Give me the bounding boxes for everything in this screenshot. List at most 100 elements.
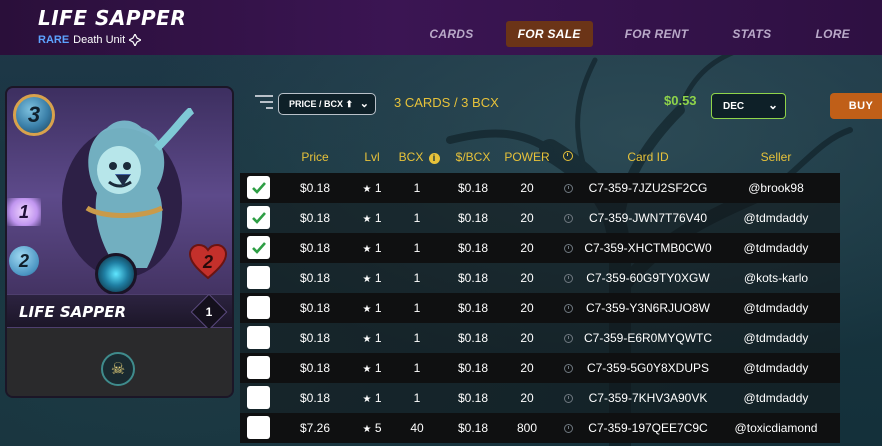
card-subtitle: RARE Death Unit [38, 34, 142, 46]
currency-select-value: DEC [723, 101, 745, 112]
cell-card-id[interactable]: C7-359-7KHV3A90VK [578, 391, 718, 405]
table-row[interactable]: $0.18 ★ 1 1 $0.18 20 C7-359-E6R0MYQWTC @tdmdad… [240, 323, 840, 353]
clock-icon [558, 181, 578, 195]
tab-for-sale[interactable]: FOR SALE [505, 20, 593, 47]
cell-seller[interactable]: @tdmdaddy [718, 391, 834, 405]
cell-bcx: 1 [413, 271, 421, 285]
cell-bcx: 1 [413, 391, 421, 405]
cell-lvl: ★ 1 [352, 361, 392, 375]
row-checkbox[interactable] [247, 266, 270, 289]
col-clock-icon[interactable] [558, 150, 578, 164]
selection-count: 3 CARDS / 3 BCX [394, 95, 499, 110]
cell-card-id[interactable]: C7-359-60G9TY0XGW [578, 271, 718, 285]
star-icon: ★ [362, 214, 372, 225]
chevron-down-icon: ⌄ [359, 98, 369, 110]
row-checkbox[interactable] [247, 296, 270, 319]
filter-icon[interactable] [255, 95, 273, 109]
cell-price: $0.18 [299, 241, 331, 255]
card-name: LIFE SAPPER [19, 303, 127, 321]
sort-select[interactable]: PRICE / BCX ⬆ ⌄ [278, 93, 376, 115]
table-row[interactable]: $7.26 ★ 5 40 $0.18 800 C7-359-197QEE7C9C @toxi… [240, 413, 840, 443]
col-per-bcx[interactable]: $/BCX [448, 150, 498, 164]
col-seller[interactable]: Seller [728, 150, 824, 164]
cell-seller[interactable]: @kots-karlo [718, 271, 834, 285]
cell-power: 20 [520, 211, 534, 225]
cell-card-id[interactable]: C7-359-XHCTMB0CW0 [578, 241, 718, 255]
cell-per-bcx: $0.18 [457, 391, 489, 405]
market-toolbar: PRICE / BCX ⬆ ⌄ 3 CARDS / 3 BCX $0.53 DE… [255, 90, 882, 120]
col-lvl[interactable]: Lvl [352, 150, 392, 164]
clock-icon [558, 241, 578, 255]
top-nav: CARDS FOR SALE FOR RENT STATS LORE [397, 20, 862, 47]
cell-price: $0.18 [299, 271, 331, 285]
cell-card-id[interactable]: C7-359-E6R0MYQWTC [578, 331, 718, 345]
cell-lvl-value: 5 [374, 421, 382, 435]
cell-card-id[interactable]: C7-359-JWN7T76V40 [578, 211, 718, 225]
star-icon: ★ [362, 244, 372, 255]
row-checkbox[interactable] [247, 416, 270, 439]
cell-power: 20 [520, 241, 534, 255]
cell-lvl-value: 1 [374, 241, 382, 255]
cell-price: $0.18 [299, 301, 331, 315]
health-value: 2 [202, 251, 213, 272]
row-checkbox[interactable] [247, 176, 270, 199]
card-image: 3 1 2 2 LIFE SAPPER 1 ☠ [5, 86, 234, 398]
cell-lvl: ★ 1 [352, 211, 392, 225]
cell-per-bcx: $0.18 [457, 181, 489, 195]
cell-price: $0.18 [299, 211, 331, 225]
cell-price: $7.26 [299, 421, 331, 435]
buy-button[interactable]: BUY [830, 93, 882, 119]
tab-cards[interactable]: CARDS [417, 21, 485, 47]
cell-bcx: 1 [413, 181, 421, 195]
star-icon: ★ [362, 364, 372, 375]
cell-power: 20 [520, 361, 534, 375]
tab-stats[interactable]: STATS [720, 21, 783, 47]
cell-seller[interactable]: @tdmdaddy [718, 331, 834, 345]
clock-icon [558, 331, 578, 345]
table-row[interactable]: $0.18 ★ 1 1 $0.18 20 C7-359-60G9TY0XGW @kots-k… [240, 263, 840, 293]
table-row[interactable]: $0.18 ★ 1 1 $0.18 20 C7-359-5G0Y8XDUPS @tdmdad… [240, 353, 840, 383]
cell-seller[interactable]: @tdmdaddy [718, 361, 834, 375]
header-bar: LIFE SAPPER RARE Death Unit CARDS FOR SA… [0, 0, 882, 55]
attack-stat: 1 [7, 198, 41, 226]
bcx-info-icon[interactable]: i [426, 150, 442, 164]
cell-bcx: 1 [413, 211, 421, 225]
row-checkbox[interactable] [247, 386, 270, 409]
cell-lvl: ★ 1 [352, 331, 392, 345]
checkmark-icon [251, 181, 266, 194]
table-row[interactable]: $0.18 ★ 1 1 $0.18 20 C7-359-Y3N6RJUO8W @tdmdad… [240, 293, 840, 323]
col-card-id[interactable]: Card ID [598, 150, 698, 164]
tab-for-rent[interactable]: FOR RENT [613, 21, 701, 47]
currency-select[interactable]: DEC ⌄ [711, 93, 786, 119]
cell-seller[interactable]: @brook98 [718, 181, 834, 195]
checkmark-icon [251, 241, 266, 254]
table-row[interactable]: $0.18 ★ 1 1 $0.18 20 C7-359-XHCTMB0CW0 @tdmdad… [240, 233, 840, 263]
col-price[interactable]: Price [290, 150, 340, 164]
row-checkbox[interactable] [247, 236, 270, 259]
row-checkbox[interactable] [247, 356, 270, 379]
tab-lore[interactable]: LORE [803, 21, 862, 47]
table-row[interactable]: $0.18 ★ 1 1 $0.18 20 C7-359-7KHV3A90VK @tdmdad… [240, 383, 840, 413]
cell-card-id[interactable]: C7-359-Y3N6RJUO8W [578, 301, 718, 315]
cell-per-bcx: $0.18 [457, 271, 489, 285]
star-icon: ★ [362, 394, 372, 405]
cell-lvl: ★ 1 [352, 241, 392, 255]
cell-lvl: ★ 1 [352, 181, 392, 195]
table-row[interactable]: $0.18 ★ 1 1 $0.18 20 C7-359-JWN7T76V40 @tdmdad… [240, 203, 840, 233]
row-checkbox[interactable] [247, 326, 270, 349]
chevron-down-icon: ⌄ [767, 98, 778, 112]
col-bcx[interactable]: BCX [394, 150, 428, 164]
cell-seller[interactable]: @tdmdaddy [718, 211, 834, 225]
cell-seller[interactable]: @tdmdaddy [718, 301, 834, 315]
speed-stat: 2 [9, 246, 39, 276]
cell-card-id[interactable]: C7-359-5G0Y8XDUPS [578, 361, 718, 375]
cell-seller[interactable]: @tdmdaddy [718, 241, 834, 255]
row-checkbox[interactable] [247, 206, 270, 229]
cell-card-id[interactable]: C7-359-197QEE7C9C [578, 421, 718, 435]
health-stat: 2 [188, 244, 228, 280]
col-power[interactable]: POWER [502, 150, 552, 164]
unit-type-label: Death Unit [73, 34, 126, 46]
table-row[interactable]: $0.18 ★ 1 1 $0.18 20 C7-359-7JZU2SF2CG @brook9… [240, 173, 840, 203]
cell-seller[interactable]: @toxicdiamond [718, 421, 834, 435]
cell-card-id[interactable]: C7-359-7JZU2SF2CG [578, 181, 718, 195]
